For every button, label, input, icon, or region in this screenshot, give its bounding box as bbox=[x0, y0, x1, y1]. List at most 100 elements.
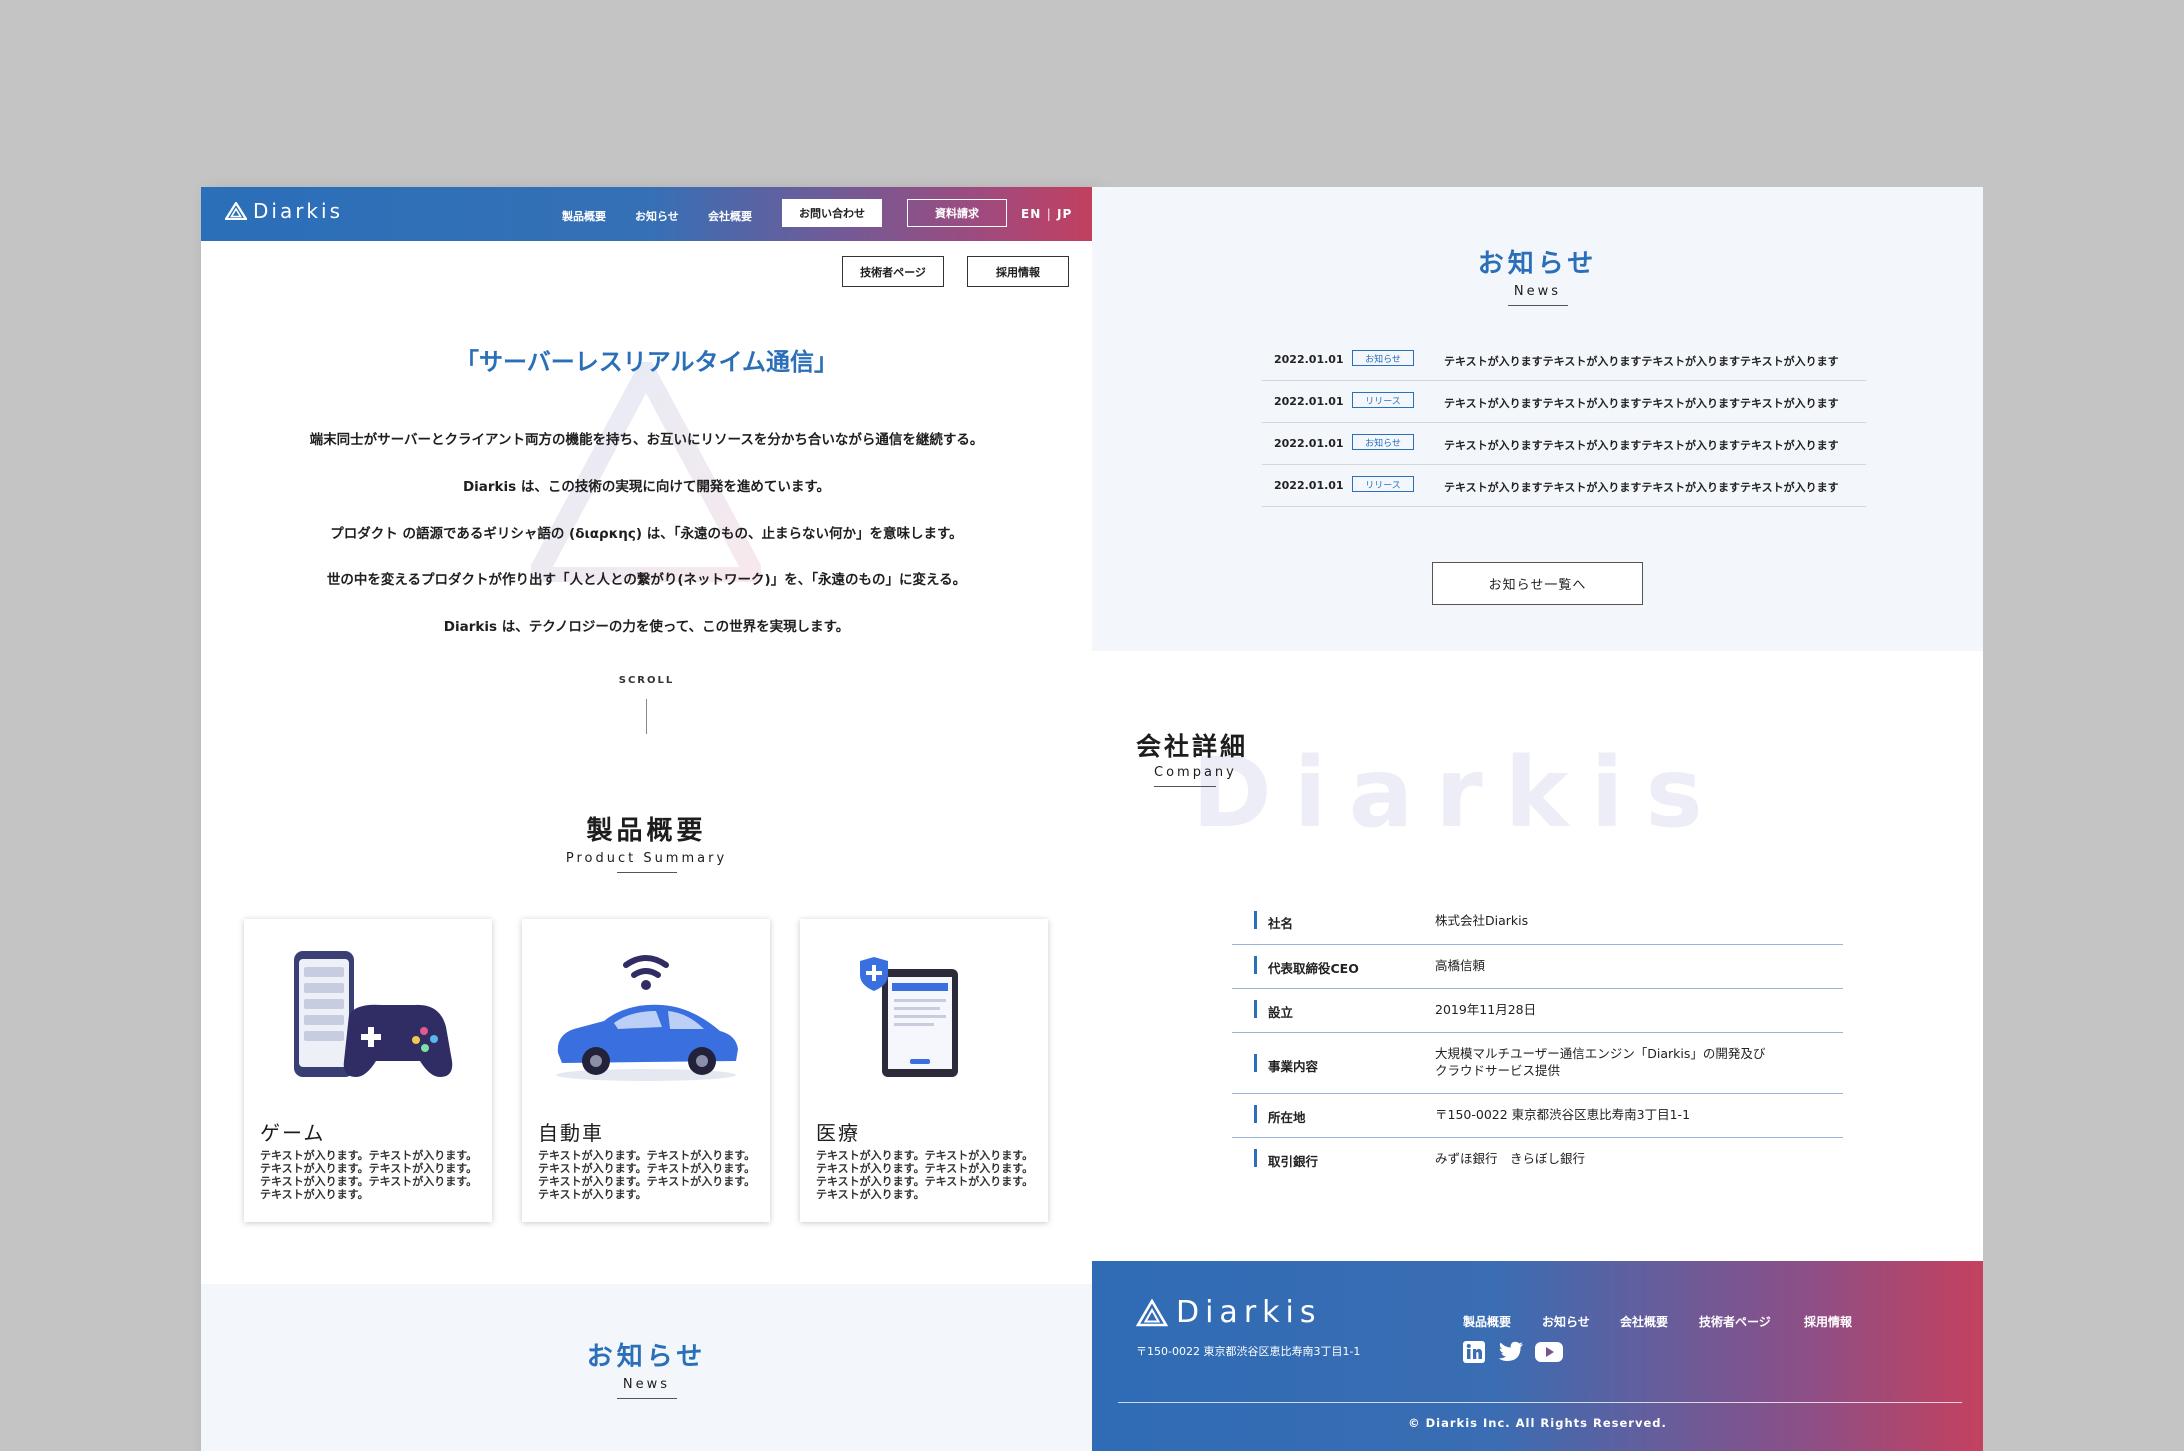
news-preview-title-jp: お知らせ bbox=[586, 1342, 707, 1372]
lang-separator: | bbox=[1046, 207, 1052, 221]
product-desc-automotive: テキストが入ります。テキストが入ります。テキストが入ります。テキストが入ります。… bbox=[538, 1149, 756, 1201]
hero-line-4: 世の中を変えるプロダクトが作り出す「人と人との繋がり(ネットワーク)」を、「永遠… bbox=[326, 572, 967, 588]
product-desc-game: テキストが入ります。テキストが入ります。テキストが入ります。テキストが入ります。… bbox=[260, 1149, 478, 1201]
hero-line-2: Diarkis は、この技術の実現に向けて開発を進めています。 bbox=[462, 479, 831, 495]
title-underline bbox=[1154, 786, 1216, 787]
news-section-title: お知らせ News bbox=[1092, 243, 1983, 306]
footer-logo[interactable]: Diarkis bbox=[1136, 1295, 1322, 1330]
product-name-medical: 医療 bbox=[816, 1121, 860, 1145]
news-tag: リリース bbox=[1352, 392, 1414, 408]
info-value: 高橋信頼 bbox=[1435, 958, 1486, 973]
info-key: 設立 bbox=[1253, 1000, 1293, 1021]
news-item[interactable]: 2022.01.01 お知らせ テキストが入りますテキストが入りますテキストが入… bbox=[1262, 339, 1866, 381]
news-section-preview: お知らせ News bbox=[201, 1284, 1092, 1451]
footer-divider bbox=[1118, 1402, 1962, 1403]
news-section: お知らせ News 2022.01.01 お知らせ テキストが入りますテキストが… bbox=[1092, 187, 1983, 651]
info-key: 社名 bbox=[1253, 911, 1293, 932]
site-header: Diarkis 製品概要 お知らせ 会社概要 お問い合わせ 資料請求 EN | … bbox=[201, 187, 1092, 241]
careers-button[interactable]: 採用情報 bbox=[967, 256, 1069, 287]
footer-address: 〒150-0022 東京都渋谷区恵比寿南3丁目1-1 bbox=[1136, 1345, 1361, 1358]
info-row-business: 事業内容 大規模マルチユーザー通信エンジン「Diarkis」の開発及び クラウド… bbox=[1232, 1033, 1843, 1094]
products-title-en: Product Summary bbox=[565, 851, 728, 866]
news-date: 2022.01.01 bbox=[1274, 395, 1344, 408]
news-preview-title-en: News bbox=[622, 1377, 671, 1392]
products-section-title: 製品概要 Product Summary bbox=[201, 810, 1092, 873]
scroll-indicator-label[interactable]: SCROLL bbox=[201, 675, 1092, 686]
footer-nav-products[interactable]: 製品概要 bbox=[1463, 1313, 1511, 1330]
news-list: 2022.01.01 お知らせ テキストが入りますテキストが入りますテキストが入… bbox=[1262, 339, 1866, 507]
info-row-name: 社名 株式会社Diarkis bbox=[1232, 903, 1843, 945]
news-text[interactable]: テキストが入りますテキストが入りますテキストが入りますテキストが入ります bbox=[1444, 353, 1839, 369]
news-item[interactable]: 2022.01.01 お知らせ テキストが入りますテキストが入りますテキストが入… bbox=[1262, 423, 1866, 465]
info-key: 事業内容 bbox=[1253, 1054, 1318, 1075]
info-row-bank: 取引銀行 みずほ銀行 きらぼし銀行 bbox=[1232, 1138, 1843, 1181]
tech-page-button[interactable]: 技術者ページ bbox=[842, 256, 944, 287]
info-value: 大規模マルチユーザー通信エンジン「Diarkis」の開発及び クラウドサービス提… bbox=[1435, 1045, 1765, 1079]
info-value-line1: 大規模マルチユーザー通信エンジン「Diarkis」の開発及び bbox=[1435, 1046, 1766, 1061]
news-text[interactable]: テキストが入りますテキストが入りますテキストが入りますテキストが入ります bbox=[1444, 437, 1839, 453]
footer-nav-careers[interactable]: 採用情報 bbox=[1804, 1313, 1852, 1330]
news-tag: お知らせ bbox=[1352, 350, 1414, 366]
info-row-established: 設立 2019年11月28日 bbox=[1232, 989, 1843, 1033]
nav-news[interactable]: お知らせ bbox=[635, 208, 679, 224]
footer-logo-text: Diarkis bbox=[1176, 1295, 1322, 1330]
logo-triangle-icon bbox=[225, 202, 247, 220]
scroll-indicator-line bbox=[646, 699, 647, 734]
nav-company[interactable]: 会社概要 bbox=[708, 208, 752, 224]
company-title-en: Company bbox=[1154, 765, 1237, 780]
products-title-jp: 製品概要 bbox=[586, 816, 707, 846]
product-card-medical[interactable]: 医療 テキストが入ります。テキストが入ります。テキストが入ります。テキストが入り… bbox=[800, 919, 1048, 1222]
contact-button[interactable]: お問い合わせ bbox=[782, 199, 882, 227]
connected-car-icon bbox=[556, 955, 738, 1081]
info-value: 〒150-0022 東京都渋谷区恵比寿南3丁目1-1 bbox=[1435, 1107, 1691, 1122]
news-text[interactable]: テキストが入りますテキストが入りますテキストが入りますテキストが入ります bbox=[1444, 395, 1839, 411]
hero-line-3: プロダクト の語源であるギリシャ語の (διαρκης) は、「永遠のもの、止ま… bbox=[330, 526, 963, 542]
news-date: 2022.01.01 bbox=[1274, 479, 1344, 492]
hero-background-triangle-icon bbox=[531, 362, 761, 582]
medical-tablet-icon bbox=[860, 957, 958, 1077]
news-date: 2022.01.01 bbox=[1274, 353, 1344, 366]
product-name-automotive: 自動車 bbox=[538, 1121, 604, 1145]
footer-nav-tech[interactable]: 技術者ページ bbox=[1699, 1313, 1771, 1330]
footer-nav-news[interactable]: お知らせ bbox=[1542, 1313, 1590, 1330]
title-underline bbox=[1507, 305, 1568, 306]
lang-en-link[interactable]: EN bbox=[1021, 207, 1041, 221]
info-row-address: 所在地 〒150-0022 東京都渋谷区恵比寿南3丁目1-1 bbox=[1232, 1094, 1843, 1138]
header-logo[interactable]: Diarkis bbox=[225, 199, 343, 223]
company-info-table: 社名 株式会社Diarkis 代表取締役CEO 高橋信頼 設立 2019年11月… bbox=[1232, 903, 1843, 1181]
product-name-game: ゲーム bbox=[260, 1121, 326, 1145]
news-preview-title: お知らせ News bbox=[201, 1336, 1092, 1399]
company-section-title: 会社詳細 Company bbox=[1136, 727, 1248, 787]
info-value-line2: クラウドサービス提供 bbox=[1435, 1063, 1561, 1078]
top-page-panel: Diarkis 製品概要 お知らせ 会社概要 お問い合わせ 資料請求 EN | … bbox=[201, 187, 1092, 1451]
youtube-icon[interactable] bbox=[1535, 1341, 1563, 1363]
info-row-ceo: 代表取締役CEO 高橋信頼 bbox=[1232, 945, 1843, 989]
language-switch: EN | JP bbox=[1021, 207, 1072, 221]
footer-nav-company[interactable]: 会社概要 bbox=[1620, 1313, 1668, 1330]
request-document-button[interactable]: 資料請求 bbox=[907, 199, 1007, 227]
news-tag: お知らせ bbox=[1352, 434, 1414, 450]
news-text[interactable]: テキストが入りますテキストが入りますテキストが入りますテキストが入ります bbox=[1444, 479, 1839, 495]
company-title-jp: 会社詳細 bbox=[1136, 732, 1249, 761]
news-item[interactable]: 2022.01.01 リリース テキストが入りますテキストが入りますテキストが入… bbox=[1262, 465, 1866, 507]
product-card-automotive[interactable]: 自動車 テキストが入ります。テキストが入ります。テキストが入ります。テキストが入… bbox=[522, 919, 770, 1222]
hero-line-1: 端末同士がサーバーとクライアント両方の機能を持ち、お互いにリソースを分かち合いな… bbox=[309, 432, 984, 448]
company-watermark: Diarkis bbox=[1192, 737, 1725, 849]
site-footer: Diarkis 〒150-0022 東京都渋谷区恵比寿南3丁目1-1 製品概要 … bbox=[1092, 1261, 1983, 1451]
news-date: 2022.01.01 bbox=[1274, 437, 1344, 450]
news-list-button[interactable]: お知らせ一覧へ bbox=[1432, 562, 1643, 605]
footer-copyright: © Diarkis Inc. All Rights Reserved. bbox=[1408, 1416, 1667, 1430]
twitter-icon[interactable] bbox=[1498, 1341, 1524, 1363]
title-underline bbox=[616, 872, 677, 873]
news-title-en: News bbox=[1513, 284, 1562, 299]
logo-text: Diarkis bbox=[253, 199, 343, 223]
linkedin-icon[interactable] bbox=[1463, 1341, 1485, 1363]
lang-jp-link[interactable]: JP bbox=[1057, 207, 1072, 221]
product-card-game[interactable]: ゲーム テキストが入ります。テキストが入ります。テキストが入ります。テキストが入… bbox=[244, 919, 492, 1222]
news-tag: リリース bbox=[1352, 476, 1414, 492]
news-item[interactable]: 2022.01.01 リリース テキストが入りますテキストが入りますテキストが入… bbox=[1262, 381, 1866, 423]
game-controller-icon bbox=[294, 951, 453, 1077]
info-value: 2019年11月28日 bbox=[1435, 1002, 1537, 1017]
nav-products[interactable]: 製品概要 bbox=[562, 208, 606, 224]
logo-triangle-icon bbox=[1136, 1298, 1168, 1326]
